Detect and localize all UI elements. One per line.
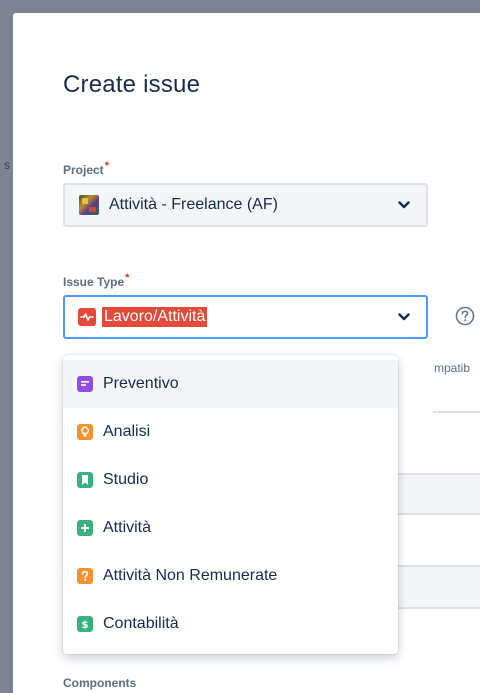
issue-type-label-text: Issue Type bbox=[63, 275, 125, 289]
dialog-title: Create issue bbox=[63, 71, 201, 98]
menu-option-label: Contabilità bbox=[103, 615, 179, 632]
chevron-down-icon[interactable] bbox=[392, 193, 416, 217]
menu-option-label: Attività Non Remunerate bbox=[103, 567, 278, 584]
project-label-text: Project bbox=[63, 163, 104, 177]
field-divider bbox=[433, 411, 480, 413]
lavoro-activity-icon bbox=[78, 308, 96, 326]
question-icon bbox=[77, 568, 93, 584]
menu-option-label: Studio bbox=[103, 471, 149, 488]
preventivo-icon bbox=[77, 376, 93, 392]
menu-option-attivita[interactable]: Attività bbox=[63, 504, 398, 552]
obscured-input bbox=[393, 565, 480, 609]
issue-type-select[interactable]: Lavoro/Attività bbox=[63, 295, 428, 339]
background-text-fragment: s bbox=[4, 158, 10, 172]
menu-option-studio[interactable]: Studio bbox=[63, 456, 398, 504]
lightbulb-icon bbox=[77, 424, 93, 440]
project-label: Project* bbox=[63, 160, 109, 177]
project-select-value: Attività - Freelance (AF) bbox=[109, 196, 278, 213]
issue-type-dropdown-menu: Preventivo Analisi Studio Attività Attiv… bbox=[63, 355, 398, 654]
project-avatar-icon bbox=[79, 195, 99, 215]
menu-option-analisi[interactable]: Analisi bbox=[63, 408, 398, 456]
project-select[interactable]: Attività - Freelance (AF) bbox=[63, 183, 428, 227]
bookmark-icon bbox=[77, 472, 93, 488]
plus-icon bbox=[77, 520, 93, 536]
menu-option-label: Preventivo bbox=[103, 375, 179, 392]
partial-hint-text: mpatib bbox=[434, 361, 471, 375]
svg-text:$: $ bbox=[82, 620, 89, 630]
menu-option-preventivo[interactable]: Preventivo bbox=[63, 360, 398, 408]
menu-option-attivita-non-remunerate[interactable]: Attività Non Remunerate bbox=[63, 552, 398, 600]
help-icon[interactable] bbox=[454, 305, 476, 327]
issue-type-label: Issue Type* bbox=[63, 272, 130, 289]
required-asterisk: * bbox=[104, 160, 109, 172]
required-asterisk: * bbox=[125, 272, 130, 284]
menu-option-label: Attività bbox=[103, 519, 152, 536]
dollar-icon: $ bbox=[77, 616, 93, 632]
chevron-down-icon[interactable] bbox=[392, 305, 416, 329]
issue-type-select-value[interactable]: Lavoro/Attività bbox=[102, 307, 208, 327]
components-label: Components bbox=[63, 676, 137, 690]
obscured-input bbox=[393, 473, 480, 515]
menu-option-contabilita[interactable]: $ Contabilità bbox=[63, 600, 398, 648]
menu-option-label: Analisi bbox=[103, 423, 151, 440]
